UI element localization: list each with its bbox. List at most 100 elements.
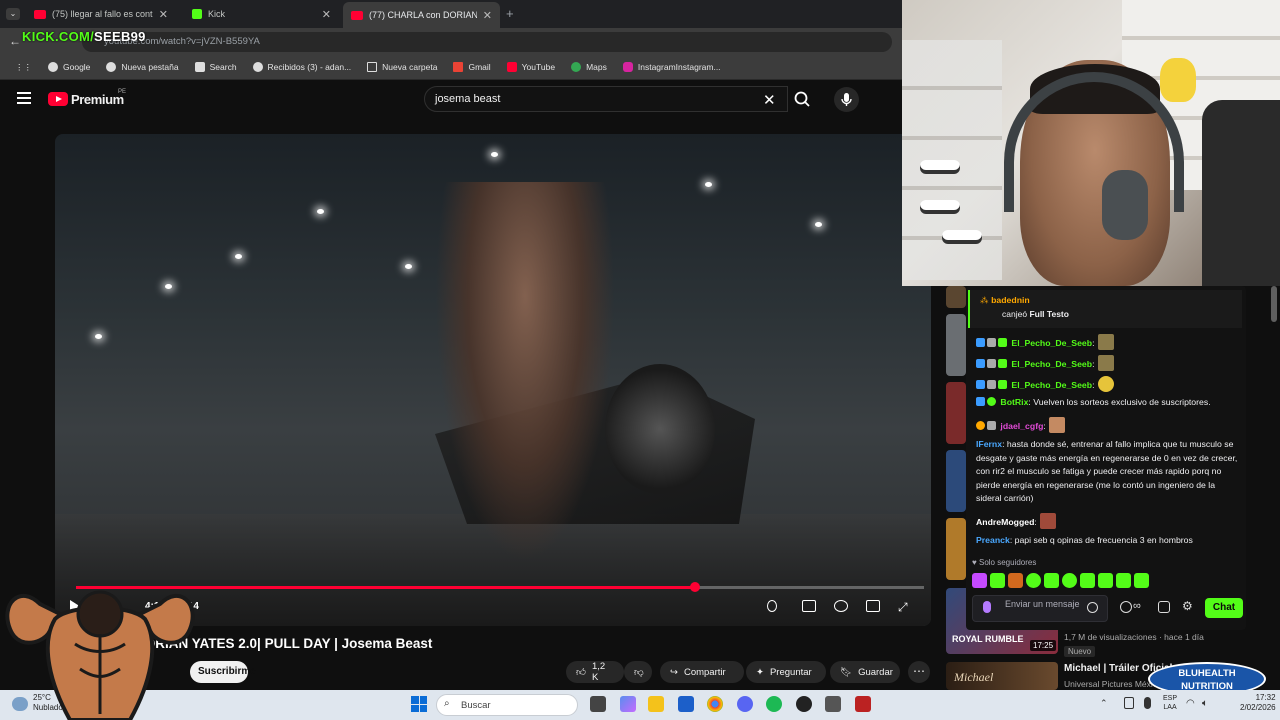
recommendation-thumbnail[interactable] <box>946 382 966 444</box>
browser-tab-1[interactable]: (75) llegar al fallo es contraprod ✕ <box>26 3 176 25</box>
autoplay-toggle-icon[interactable] <box>767 600 777 612</box>
emote-icon[interactable] <box>1098 573 1113 588</box>
obs-icon[interactable] <box>796 696 812 712</box>
copilot-icon[interactable] <box>620 696 636 712</box>
emote-icon[interactable] <box>1134 573 1149 588</box>
back-arrow-icon[interactable]: ← <box>9 34 21 48</box>
settings-gear-icon[interactable] <box>834 600 848 612</box>
emote-icon[interactable] <box>1044 573 1059 588</box>
close-tab-icon[interactable]: ✕ <box>483 9 492 22</box>
bookmark-youtube[interactable]: YouTube <box>500 62 562 72</box>
recommendation-thumbnail[interactable] <box>946 286 966 308</box>
tray-app-icon[interactable] <box>1124 697 1134 709</box>
emote-icon[interactable] <box>1062 573 1077 588</box>
emote-icon[interactable] <box>1008 573 1023 588</box>
store-icon[interactable] <box>678 696 694 712</box>
scrollbar[interactable] <box>1271 286 1277 322</box>
emote-icon <box>1039 513 1056 529</box>
wifi-icon[interactable]: ◠ <box>1186 698 1195 709</box>
emote-icon[interactable] <box>1116 573 1131 588</box>
app-icon[interactable] <box>825 696 841 712</box>
input-language[interactable]: ESP LAA <box>1163 694 1177 712</box>
search-page-icon <box>194 62 205 72</box>
bookmark-gmail[interactable]: Gmail <box>446 62 497 72</box>
apps-grid-icon[interactable]: ⋮⋮ <box>8 62 39 73</box>
emote-icon <box>1048 417 1065 433</box>
hamburger-menu-icon[interactable] <box>17 92 31 104</box>
recommendation-thumbnail-michael[interactable]: Michael <box>946 662 1058 690</box>
bookmark-instagram[interactable]: InstagramInstagram... <box>616 62 728 72</box>
system-clock[interactable]: 17:32 2/02/2026 <box>1240 693 1276 713</box>
chat-username[interactable]: jdael_cgfg <box>1000 421 1043 431</box>
app-icon[interactable] <box>855 696 871 712</box>
chat-username[interactable]: El_Pecho_De_Seeb <box>1011 338 1092 348</box>
infinity-icon[interactable]: ∞ <box>1133 600 1141 612</box>
chat-username[interactable]: BotRix <box>1000 397 1028 407</box>
chat-username[interactable]: El_Pecho_De_Seeb <box>1011 380 1092 390</box>
youtube-logo-icon[interactable] <box>48 92 68 106</box>
theater-mode-icon[interactable] <box>866 600 880 612</box>
file-explorer-icon[interactable] <box>648 696 664 712</box>
redeem-user[interactable]: badednin <box>991 295 1030 305</box>
volume-icon[interactable]: 🔈︎ <box>1202 698 1208 709</box>
share-button[interactable]: ↪ Compartir <box>660 661 744 683</box>
chat-settings-gear-icon[interactable]: ⚙ <box>1182 599 1193 613</box>
users-icon[interactable] <box>1120 601 1132 613</box>
emote-icon[interactable] <box>990 573 1005 588</box>
windows-start-icon[interactable] <box>411 696 427 712</box>
browser-tab-3-active[interactable]: (77) CHARLA con DORIAN YATI ✕ <box>343 2 500 28</box>
bookmark-recibidos[interactable]: Recibidos (3) - adan... <box>246 62 359 72</box>
chat-send-button[interactable]: Chat <box>1205 598 1243 618</box>
search-button[interactable] <box>788 86 820 112</box>
bookmark-maps[interactable]: Maps <box>564 62 614 72</box>
youtube-premium-wordmark[interactable]: Premium <box>71 92 124 107</box>
chat-username[interactable]: IFernx <box>976 439 1002 449</box>
task-view-icon[interactable] <box>590 696 606 712</box>
emote-icon[interactable] <box>1080 573 1095 588</box>
spotify-icon[interactable] <box>766 696 782 712</box>
weight-plates <box>605 364 715 494</box>
browser-tab-2[interactable]: Kick ✕ <box>184 3 339 25</box>
clear-search-icon[interactable]: ✕ <box>763 91 776 109</box>
chat-username[interactable]: AndreMogged <box>976 517 1034 527</box>
scrubber-handle[interactable] <box>690 582 700 592</box>
emote-icon[interactable] <box>972 573 987 588</box>
tab-search-button[interactable]: ⌄ <box>6 8 20 20</box>
recommendation-thumbnail[interactable] <box>946 450 966 512</box>
save-button[interactable]: 🔖︎ Guardar <box>830 661 900 683</box>
ask-button[interactable]: ✦ Preguntar <box>746 661 826 683</box>
chat-username[interactable]: El_Pecho_De_Seeb <box>1011 359 1092 369</box>
tray-mic-icon[interactable] <box>1144 697 1151 709</box>
fullscreen-icon[interactable]: ⤢ <box>898 600 908 615</box>
voice-search-button[interactable] <box>834 87 859 112</box>
recommendation-thumbnail[interactable] <box>946 518 966 580</box>
recommendation-thumbnail[interactable] <box>946 314 966 376</box>
discord-icon[interactable] <box>737 696 753 712</box>
chat-username[interactable]: Preanck <box>976 535 1010 545</box>
taskbar-search-box[interactable]: Buscar <box>436 694 578 716</box>
close-tab-icon[interactable]: ✕ <box>159 8 168 21</box>
bookmark-google[interactable]: Google <box>41 62 97 72</box>
tray-chevron-icon[interactable]: ⌃ <box>1100 698 1108 709</box>
badge-icon <box>987 338 996 347</box>
microphone-icon[interactable] <box>983 601 991 613</box>
search-input[interactable]: josema beast <box>424 86 788 112</box>
close-tab-icon[interactable]: ✕ <box>322 8 331 21</box>
video-player[interactable] <box>55 134 931 626</box>
gift-icon[interactable] <box>1158 601 1170 613</box>
like-button[interactable]: 👍︎ 1,2 K <box>566 661 624 683</box>
subscriber-badge-icon <box>976 338 985 347</box>
dislike-button[interactable]: 👎︎ <box>624 661 652 683</box>
bookmark-folder[interactable]: Nueva carpeta <box>360 62 444 72</box>
address-bar[interactable]: youtube.com/watch?v=jVZN-B559YA <box>82 32 892 52</box>
recommendation-channel[interactable]: Universal Pictures México <box>1064 679 1162 689</box>
new-tab-button[interactable]: + <box>506 6 514 21</box>
emote-icon[interactable] <box>1026 573 1041 588</box>
followers-only-notice: ♥ Solo seguidores <box>972 558 1037 567</box>
subtitles-icon[interactable] <box>802 600 816 612</box>
bookmark-search[interactable]: Search <box>188 62 244 72</box>
more-options-icon[interactable]: ⋯ <box>908 661 930 683</box>
chrome-icon[interactable] <box>707 696 723 712</box>
emoji-picker-icon[interactable] <box>1087 602 1098 613</box>
bookmark-nueva-pestana[interactable]: Nueva pestaña <box>99 62 185 72</box>
